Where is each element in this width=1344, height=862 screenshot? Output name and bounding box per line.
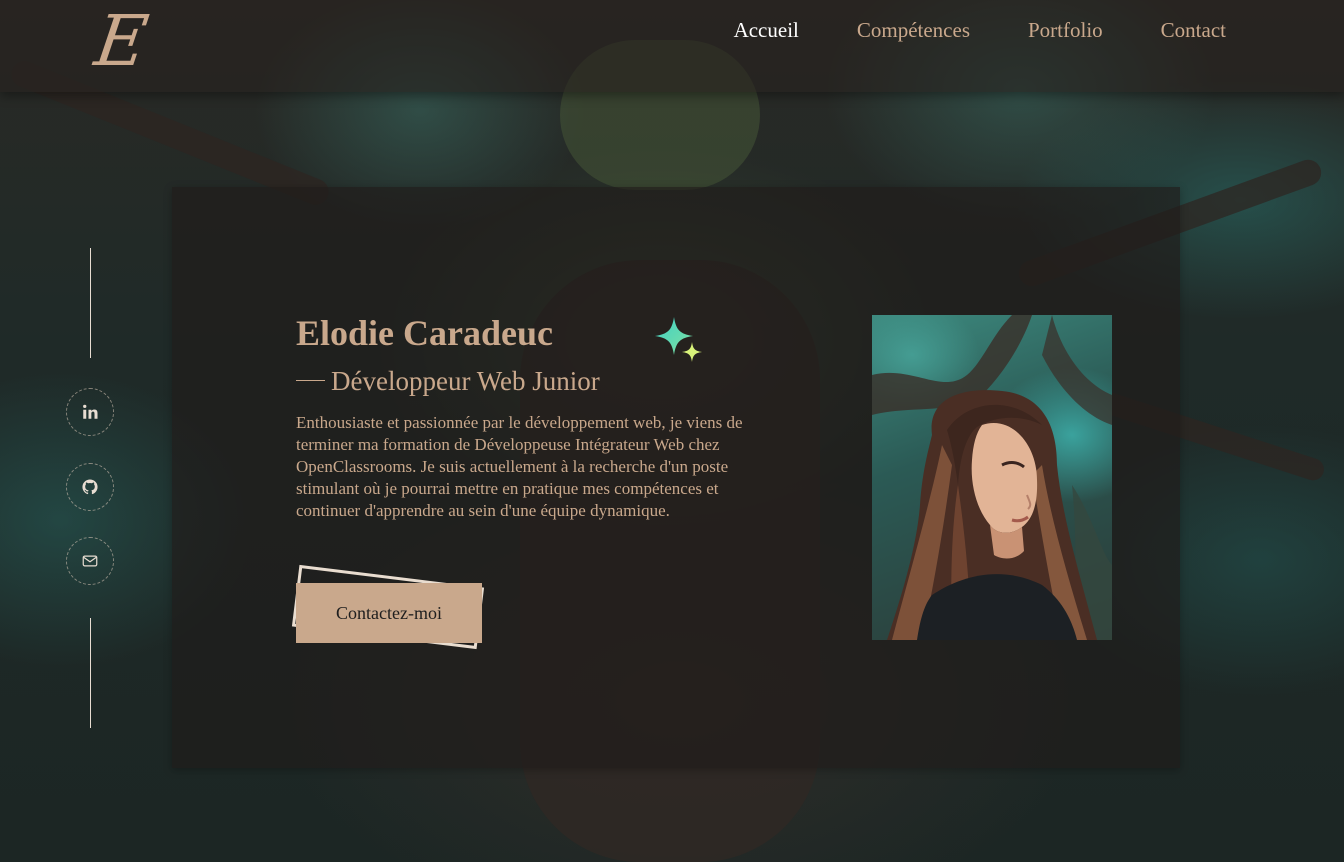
rail-line-top: [90, 248, 91, 358]
main-nav: Accueil Compétences Portfolio Contact: [734, 18, 1226, 43]
hero-subtitle-text: Développeur Web Junior: [331, 366, 600, 396]
github-link[interactable]: [66, 463, 114, 511]
nav-competences[interactable]: Compétences: [857, 18, 970, 43]
subtitle-dash: [296, 380, 325, 382]
site-logo[interactable]: E: [90, 0, 153, 82]
portrait-illustration: [872, 315, 1112, 640]
hero-bio: Enthousiaste et passionnée par le dévelo…: [296, 413, 743, 520]
hero-subtitle: Développeur Web Junior: [296, 364, 600, 398]
profile-portrait: [872, 315, 1112, 640]
nav-contact[interactable]: Contact: [1161, 18, 1226, 43]
linkedin-link[interactable]: [66, 388, 114, 436]
mail-link[interactable]: [66, 537, 114, 585]
mail-icon: [82, 555, 98, 567]
github-icon: [82, 479, 98, 495]
sparkle-icon: [655, 317, 702, 362]
nav-portfolio[interactable]: Portfolio: [1028, 18, 1103, 43]
contact-me-button[interactable]: Contactez-moi: [296, 583, 482, 643]
rail-line-bottom: [90, 618, 91, 728]
hero-name: Elodie Caradeuc: [296, 313, 553, 353]
site-header: E Accueil Compétences Portfolio Contact: [0, 0, 1344, 92]
linkedin-icon: [83, 404, 98, 419]
nav-accueil[interactable]: Accueil: [734, 18, 799, 43]
